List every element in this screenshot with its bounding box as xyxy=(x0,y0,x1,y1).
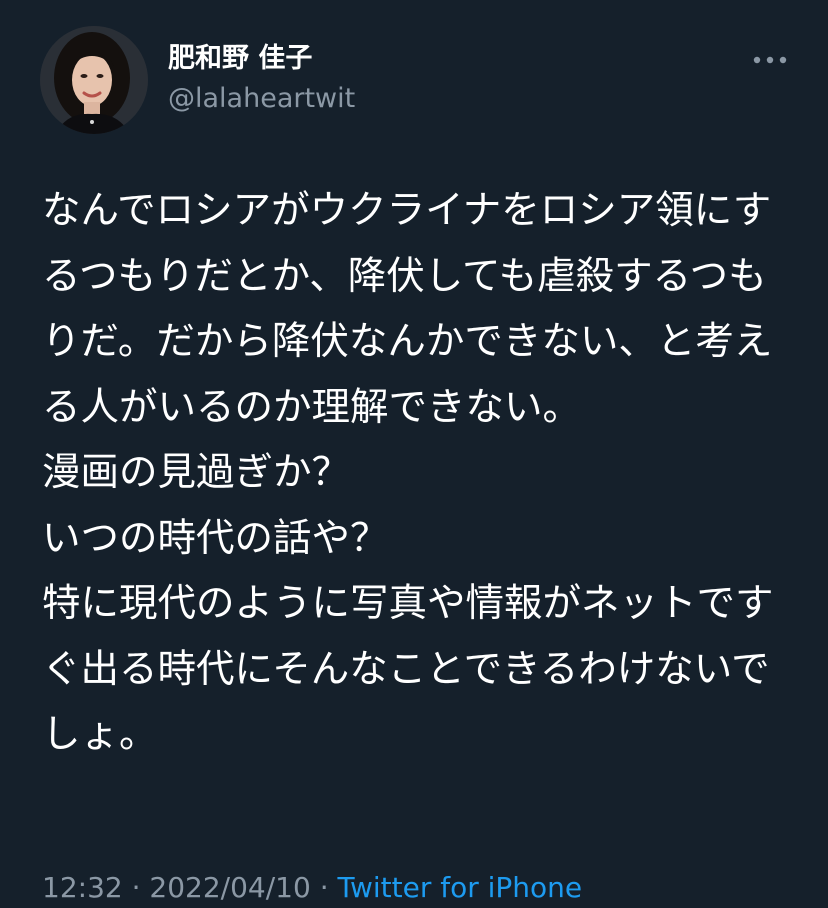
more-options-icon[interactable] xyxy=(750,48,790,72)
tweet-time[interactable]: 12:32 xyxy=(42,871,123,904)
meta-separator: · xyxy=(122,871,150,904)
meta-separator-2: · xyxy=(310,871,338,904)
tweet-source-link[interactable]: Twitter for iPhone xyxy=(338,871,583,904)
tweet-date[interactable]: 2022/04/10 xyxy=(149,871,310,904)
author-name[interactable]: 肥和野 佳子 xyxy=(168,42,312,76)
tweet-metadata: 12:32 · 2022/04/10 · Twitter for iPhone xyxy=(42,868,582,908)
avatar-image xyxy=(40,26,148,134)
tweet-header: 肥和野 佳子 @lalaheartwit xyxy=(40,26,790,136)
author-handle[interactable]: @lalaheartwit xyxy=(168,82,355,116)
tweet-container: 肥和野 佳子 @lalaheartwit なんでロシアがウクライナをロシア領にす… xyxy=(0,0,828,908)
avatar[interactable] xyxy=(40,26,148,134)
tweet-text: なんでロシアがウクライナをロシア領にするつもりだとか、降伏しても虐殺するつもりだ… xyxy=(42,188,774,757)
